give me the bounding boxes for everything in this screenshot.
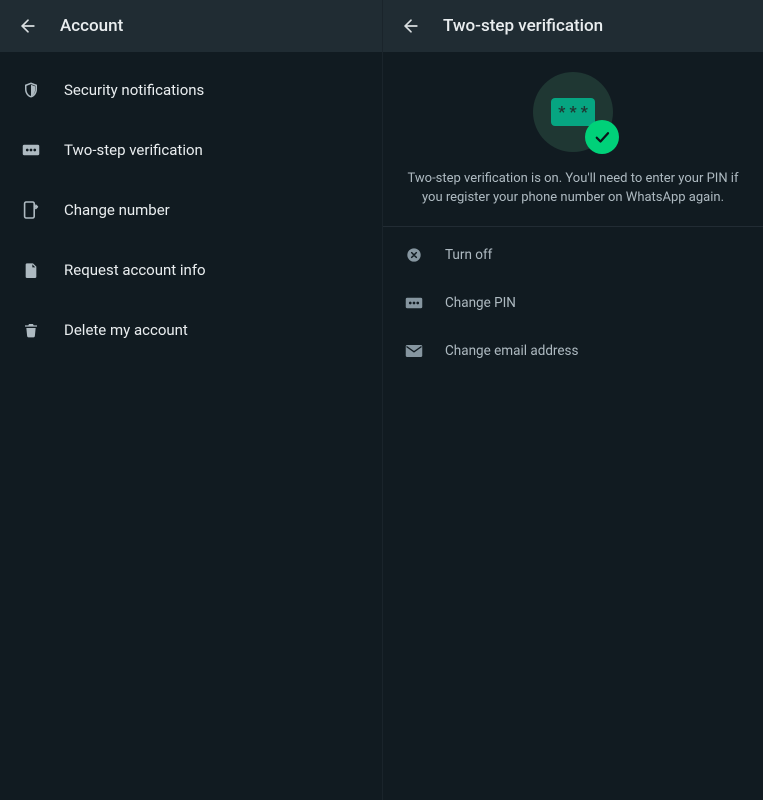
two-step-description: Two-step verification is on. You'll need… [403,170,743,208]
back-button-right[interactable] [399,14,423,38]
sidebar-item-label: Request account info [64,261,206,279]
pin-dots-icon [22,141,40,159]
sidebar-item-delete-account[interactable]: Delete my account [0,300,382,360]
back-button-left[interactable] [16,14,40,38]
sidebar-item-label: Delete my account [64,321,188,339]
action-turn-off[interactable]: Turn off [383,231,763,279]
two-step-panel: Two-step verification * * * Two-step ver… [382,0,763,800]
hero-illustration: * * * [533,72,613,152]
account-list: Security notifications Two-step verifica… [0,52,382,360]
asterisk-icon: * [569,104,576,120]
pin-card-icon: * * * [551,98,595,126]
asterisk-icon: * [558,104,565,120]
trash-icon [22,321,40,339]
sidebar-item-two-step-verification[interactable]: Two-step verification [0,120,382,180]
sidebar-item-label: Two-step verification [64,141,203,159]
document-icon [22,261,40,279]
account-title: Account [60,16,123,36]
mail-icon [405,342,423,360]
action-label: Turn off [445,247,492,263]
shield-icon [22,81,40,99]
cancel-circle-icon [405,246,423,264]
two-step-actions: Turn off Change PIN Change email address [383,227,763,375]
sidebar-item-request-account-info[interactable]: Request account info [0,240,382,300]
action-label: Change email address [445,343,578,359]
pin-dots-icon [405,294,423,312]
two-step-header: Two-step verification [383,0,763,52]
action-label: Change PIN [445,295,516,311]
two-step-title: Two-step verification [443,16,603,36]
two-step-hero: * * * Two-step verification is on. You'l… [383,52,763,227]
account-header: Account [0,0,382,52]
sidebar-item-security-notifications[interactable]: Security notifications [0,60,382,120]
sidebar-item-label: Security notifications [64,81,204,99]
check-badge-icon [585,120,619,154]
arrow-left-icon [18,16,38,36]
sidebar-item-label: Change number [64,201,170,219]
arrow-left-icon [401,16,421,36]
action-change-pin[interactable]: Change PIN [383,279,763,327]
asterisk-icon: * [581,104,588,120]
account-panel: Account Security notifications Two-step … [0,0,382,800]
sim-swap-icon [22,201,40,219]
sidebar-item-change-number[interactable]: Change number [0,180,382,240]
action-change-email[interactable]: Change email address [383,327,763,375]
